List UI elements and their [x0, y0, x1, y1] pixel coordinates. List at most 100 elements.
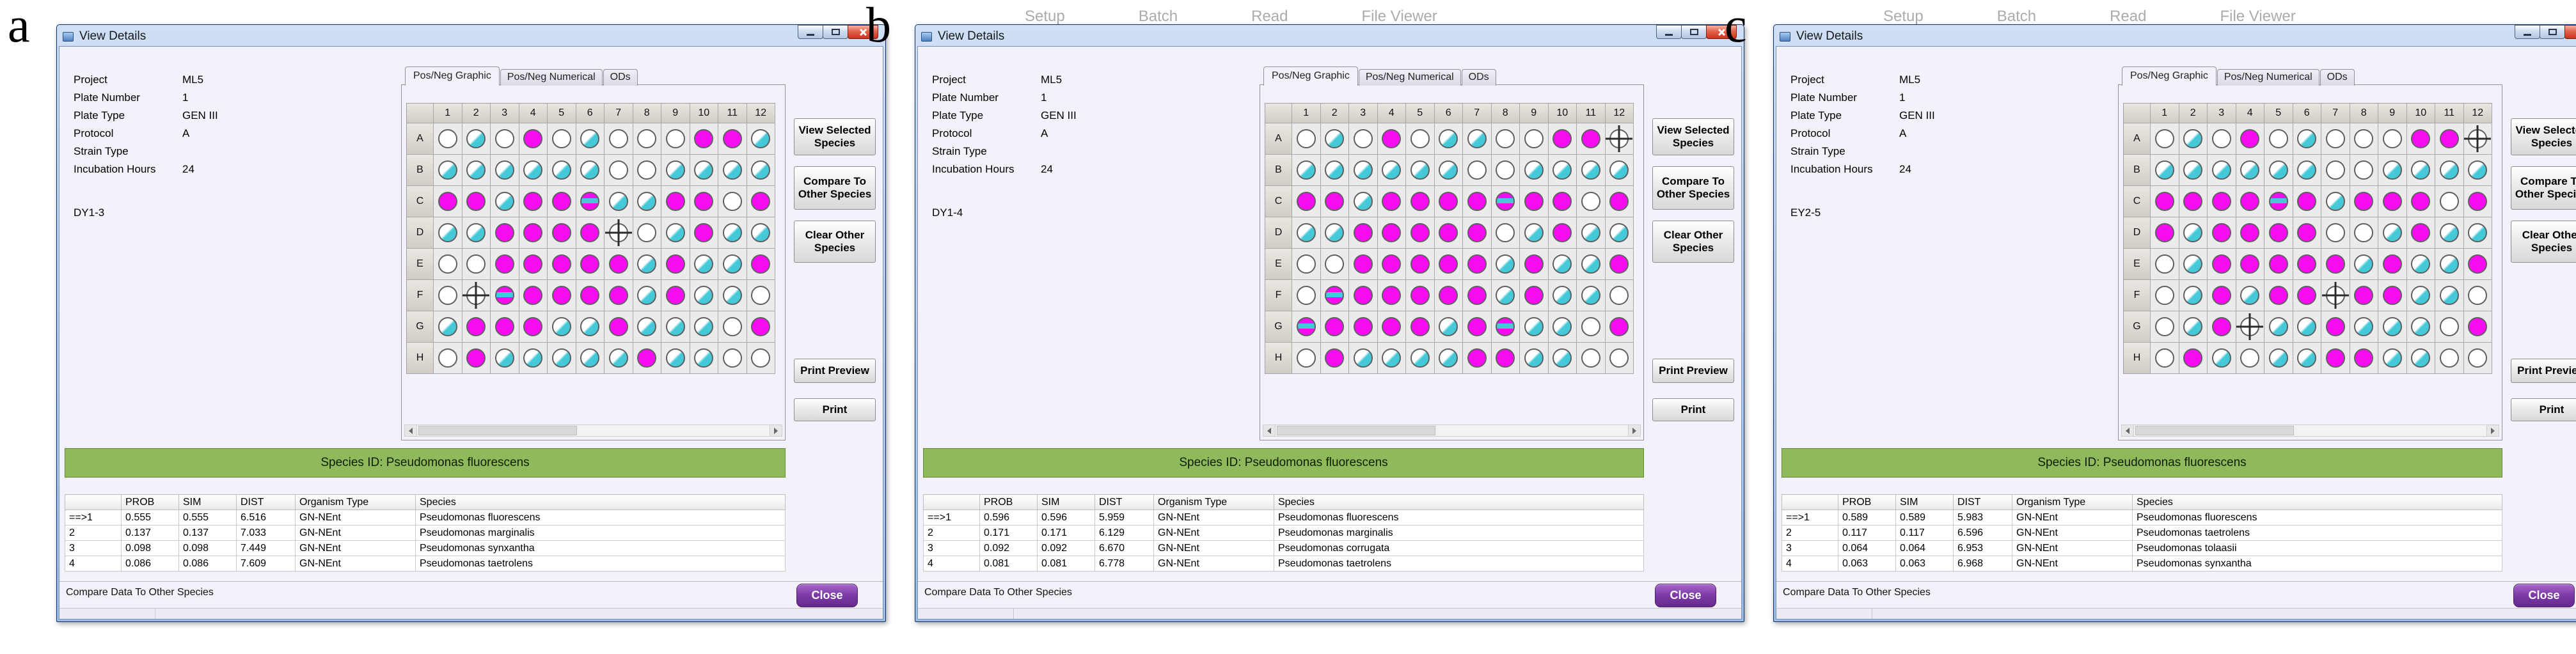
well-H3[interactable]	[2212, 348, 2231, 368]
well-A1[interactable]	[2155, 129, 2174, 148]
well-C8[interactable]	[1496, 192, 1515, 211]
well-D7[interactable]	[1467, 223, 1487, 242]
well-C12[interactable]	[1609, 192, 1629, 211]
results-col-header[interactable]	[1782, 495, 1838, 510]
well-C11[interactable]	[2440, 192, 2459, 211]
well-E3[interactable]	[495, 254, 514, 274]
well-F10[interactable]	[1553, 286, 1572, 305]
well-A6[interactable]	[1439, 129, 1458, 148]
well-F12[interactable]	[1609, 286, 1629, 305]
well-F8[interactable]	[1496, 286, 1515, 305]
well-E1[interactable]	[1297, 254, 1316, 274]
well-F2[interactable]	[1325, 286, 1344, 305]
well-H2[interactable]	[466, 348, 486, 368]
well-B2[interactable]	[466, 160, 486, 180]
well-B11[interactable]	[2440, 160, 2459, 180]
well-G11[interactable]	[1581, 317, 1600, 336]
tab[interactable]: Pos/Neg Graphic	[1263, 66, 1358, 86]
well-B12[interactable]	[2468, 160, 2487, 180]
result-row[interactable]: ==>10.5960.5965.959GN-NEntPseudomonas fl…	[924, 510, 1644, 526]
well-D9[interactable]	[1524, 223, 1544, 242]
well-A3[interactable]	[1354, 129, 1373, 148]
close-button[interactable]: Close	[796, 584, 858, 607]
well-E8[interactable]	[2354, 254, 2373, 274]
well-G12[interactable]	[751, 317, 770, 336]
well-H12[interactable]	[2468, 348, 2487, 368]
well-E10[interactable]	[2411, 254, 2430, 274]
well-D12[interactable]	[2468, 223, 2487, 242]
well-D5[interactable]	[2269, 223, 2288, 242]
well-G2[interactable]	[2183, 317, 2202, 336]
well-H1[interactable]	[2155, 348, 2174, 368]
well-A6[interactable]	[2297, 129, 2316, 148]
well-D10[interactable]	[694, 223, 713, 242]
well-A12[interactable]	[751, 129, 770, 148]
well-H4[interactable]	[523, 348, 542, 368]
well-D3[interactable]	[1354, 223, 1373, 242]
well-E3[interactable]	[1354, 254, 1373, 274]
well-C6[interactable]	[1439, 192, 1458, 211]
well-A7[interactable]	[1467, 129, 1487, 148]
tab[interactable]: Pos/Neg Graphic	[2122, 66, 2216, 86]
tab[interactable]: Pos/Neg Numerical	[500, 69, 603, 86]
well-E10[interactable]	[694, 254, 713, 274]
well-B7[interactable]	[2326, 160, 2345, 180]
well-A4[interactable]	[1382, 129, 1401, 148]
well-G7[interactable]	[609, 317, 628, 336]
well-F5[interactable]	[1410, 286, 1430, 305]
well-D7[interactable]	[2326, 223, 2345, 242]
well-E3[interactable]	[2212, 254, 2231, 274]
well-C8[interactable]	[2354, 192, 2373, 211]
result-row[interactable]: 20.1170.1176.596GN-NEntPseudomonas taetr…	[1782, 526, 2502, 541]
well-G4[interactable]	[2240, 317, 2259, 336]
well-G11[interactable]	[2440, 317, 2459, 336]
well-D10[interactable]	[2411, 223, 2430, 242]
well-F4[interactable]	[523, 286, 542, 305]
well-D1[interactable]	[438, 223, 457, 242]
well-C3[interactable]	[495, 192, 514, 211]
well-F10[interactable]	[694, 286, 713, 305]
well-F3[interactable]	[1354, 286, 1373, 305]
result-row[interactable]: 30.0640.0646.953GN-NEntPseudomonas tolaa…	[1782, 541, 2502, 556]
well-G10[interactable]	[2411, 317, 2430, 336]
well-D3[interactable]	[2212, 223, 2231, 242]
well-H1[interactable]	[1297, 348, 1316, 368]
well-D12[interactable]	[1609, 223, 1629, 242]
scroll-left-arrow[interactable]	[405, 425, 417, 436]
well-B6[interactable]	[580, 160, 599, 180]
well-H5[interactable]	[552, 348, 571, 368]
well-G9[interactable]	[2383, 317, 2402, 336]
well-E8[interactable]	[637, 254, 656, 274]
results-col-header[interactable]: SIM	[1896, 495, 1954, 510]
well-G9[interactable]	[1524, 317, 1544, 336]
well-H7[interactable]	[609, 348, 628, 368]
horizontal-scrollbar[interactable]	[1263, 424, 1641, 437]
results-col-header[interactable]: Organism Type	[1154, 495, 1274, 510]
well-F8[interactable]	[637, 286, 656, 305]
well-E1[interactable]	[438, 254, 457, 274]
minimize-button[interactable]	[2515, 25, 2540, 39]
well-E2[interactable]	[466, 254, 486, 274]
well-H8[interactable]	[1496, 348, 1515, 368]
well-F6[interactable]	[580, 286, 599, 305]
well-F9[interactable]	[2383, 286, 2402, 305]
well-A5[interactable]	[1410, 129, 1430, 148]
well-G3[interactable]	[495, 317, 514, 336]
well-C5[interactable]	[1410, 192, 1430, 211]
well-B4[interactable]	[1382, 160, 1401, 180]
well-C4[interactable]	[2240, 192, 2259, 211]
well-A1[interactable]	[1297, 129, 1316, 148]
scroll-track[interactable]	[417, 425, 770, 436]
well-F6[interactable]	[2297, 286, 2316, 305]
well-G5[interactable]	[1410, 317, 1430, 336]
well-B8[interactable]	[1496, 160, 1515, 180]
well-B6[interactable]	[1439, 160, 1458, 180]
well-G10[interactable]	[1553, 317, 1572, 336]
well-B3[interactable]	[1354, 160, 1373, 180]
results-col-header[interactable]: Species	[1274, 495, 1644, 510]
well-C4[interactable]	[523, 192, 542, 211]
well-E8[interactable]	[1496, 254, 1515, 274]
well-A5[interactable]	[2269, 129, 2288, 148]
well-E5[interactable]	[2269, 254, 2288, 274]
scroll-left-arrow[interactable]	[2122, 425, 2134, 436]
